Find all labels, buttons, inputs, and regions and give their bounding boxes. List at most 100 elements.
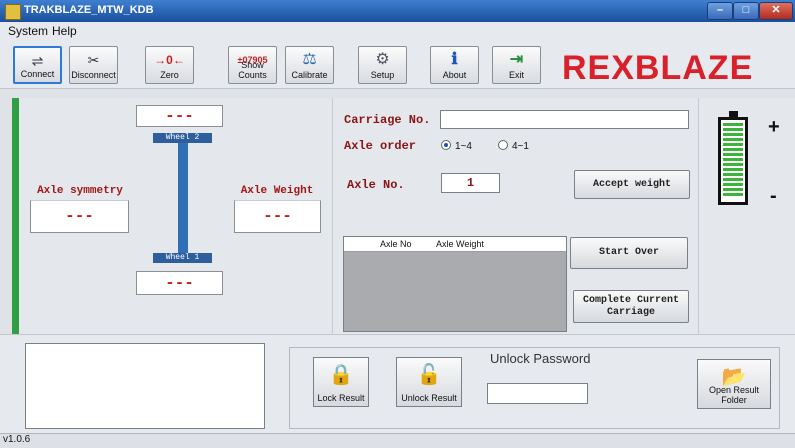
menu-help[interactable]: Help [52, 24, 77, 38]
logo-rex: REX [562, 49, 635, 87]
setup-icon: ⚙ [375, 51, 390, 68]
exit-button[interactable]: ⇥ Exit [492, 46, 541, 84]
complete-line1: Complete Current [582, 295, 679, 306]
wheel2-label: Wheel 2 [153, 133, 212, 143]
accept-weight-button[interactable]: Accept weight [574, 170, 690, 199]
battery-segment [723, 143, 743, 146]
complete-line2: Carriage [606, 307, 655, 318]
open-result-line2: Folder [721, 395, 747, 405]
wheel2-value-box: --- [136, 105, 223, 127]
unlock-password-input[interactable] [487, 383, 588, 404]
unlock-result-button[interactable]: 🔓 Unlock Result [396, 357, 462, 407]
connect-button[interactable]: ⇌ Connect [13, 46, 62, 84]
app-icon [5, 4, 21, 20]
zero-button[interactable]: →0← Zero [145, 46, 194, 84]
battery-segment [723, 128, 743, 131]
maximize-button[interactable]: □ [733, 2, 759, 20]
axle-order-option-1-4-label: 1~4 [455, 141, 472, 152]
battery-segment [723, 158, 743, 161]
wheel1-label: Wheel 1 [153, 253, 212, 263]
column-axle-no: Axle No [380, 239, 412, 249]
axle-results-table[interactable]: Axle No Axle Weight [343, 236, 567, 332]
status-bar: v1.0.6 [0, 433, 795, 448]
title-bar: TRAKBLAZE_MTW_KDB – □ ✕ [0, 0, 795, 22]
logo-blaze: BLAZE [634, 49, 754, 87]
zero-label: Zero [160, 70, 179, 80]
battery-segment [723, 153, 743, 156]
battery-segment [723, 188, 743, 191]
lock-result-label: Lock Result [317, 393, 365, 403]
calibrate-label: Calibrate [291, 70, 328, 80]
message-log[interactable] [25, 343, 265, 429]
unlock-icon: 🔓 [416, 364, 442, 386]
minimize-button[interactable]: – [707, 2, 733, 20]
radio-selected-icon [441, 140, 451, 150]
axle-weight-label: Axle Weight [240, 185, 314, 197]
battery-icon [718, 111, 748, 205]
battery-segment [723, 183, 743, 186]
battery-segment [723, 123, 743, 126]
complete-current-carriage-button[interactable]: Complete Current Carriage [573, 290, 689, 323]
panel-divider [332, 98, 333, 334]
exit-icon: ⇥ [509, 51, 524, 68]
battery-segment [723, 163, 743, 166]
open-result-line1: Open Result [708, 385, 760, 395]
menu-system[interactable]: System [8, 24, 48, 38]
battery-minus-label: - [770, 185, 777, 207]
axle-symmetry-label: Axle symmetry [37, 185, 123, 197]
axle-order-label: Axle order [344, 139, 417, 153]
axle-symmetry-value-box: --- [30, 200, 129, 233]
disconnect-icon: ✂ [87, 52, 100, 68]
info-icon: ℹ [451, 51, 458, 68]
carriage-no-input[interactable] [440, 110, 689, 129]
battery-divider [698, 98, 699, 334]
close-button[interactable]: ✕ [759, 2, 793, 20]
start-over-button[interactable]: Start Over [570, 237, 688, 269]
about-label: About [442, 70, 467, 80]
axle-no-input[interactable]: 1 [441, 173, 500, 193]
show-counts-label: Show Counts [238, 60, 267, 80]
axle-order-option-1-4[interactable]: 1~4 [441, 140, 472, 152]
window-title: TRAKBLAZE_MTW_KDB [24, 4, 154, 16]
disconnect-label: Disconnect [71, 70, 116, 80]
axle-graphic [178, 143, 188, 253]
disconnect-button[interactable]: ✂ Disconnect [69, 46, 118, 84]
unlock-result-label: Unlock Result [401, 393, 457, 403]
battery-cap [729, 111, 738, 117]
radio-unselected-icon [498, 140, 508, 150]
battery-segment [723, 138, 743, 141]
rexblaze-logo: REXBLAZE [562, 50, 753, 86]
carriage-no-label: Carriage No. [344, 113, 431, 127]
version-label: v1.0.6 [3, 434, 31, 445]
calibrate-button[interactable]: ⚖ Calibrate [285, 46, 334, 84]
zero-icon: →0← [154, 53, 185, 67]
axle-no-label: Axle No. [347, 178, 405, 192]
battery-segment [723, 173, 743, 176]
wheel1-value-box: --- [136, 271, 223, 295]
status-indicator-bar [12, 98, 19, 334]
open-result-folder-button[interactable]: 📂 Open Result Folder [697, 359, 771, 409]
exit-label: Exit [508, 70, 524, 80]
about-button[interactable]: ℹ About [430, 46, 479, 84]
lock-icon: 🔒 [328, 364, 354, 386]
setup-button[interactable]: ⚙ Setup [358, 46, 407, 84]
battery-segment [723, 178, 743, 181]
lock-result-button[interactable]: 🔒 Lock Result [313, 357, 369, 407]
scale-icon: ⚖ [302, 51, 317, 68]
open-result-folder-label: Open Result Folder [698, 385, 770, 405]
axle-order-option-4-1[interactable]: 4~1 [498, 140, 529, 152]
battery-segment [723, 148, 743, 151]
connect-icon: ⇌ [31, 53, 44, 69]
table-header: Axle No Axle Weight [344, 237, 566, 252]
battery-plus-label: + [768, 116, 780, 138]
column-axle-weight: Axle Weight [436, 239, 484, 249]
unlock-password-label: Unlock Password [490, 351, 591, 366]
axle-weight-value-box: --- [234, 200, 321, 233]
battery-segment [723, 168, 743, 171]
axle-order-option-4-1-label: 4~1 [512, 141, 529, 152]
battery-segment [723, 133, 743, 136]
setup-label: Setup [370, 70, 395, 80]
connect-label: Connect [20, 69, 55, 79]
show-counts-button[interactable]: ±07905 Show Counts [228, 46, 277, 84]
menu-bar: System Help [0, 22, 795, 40]
